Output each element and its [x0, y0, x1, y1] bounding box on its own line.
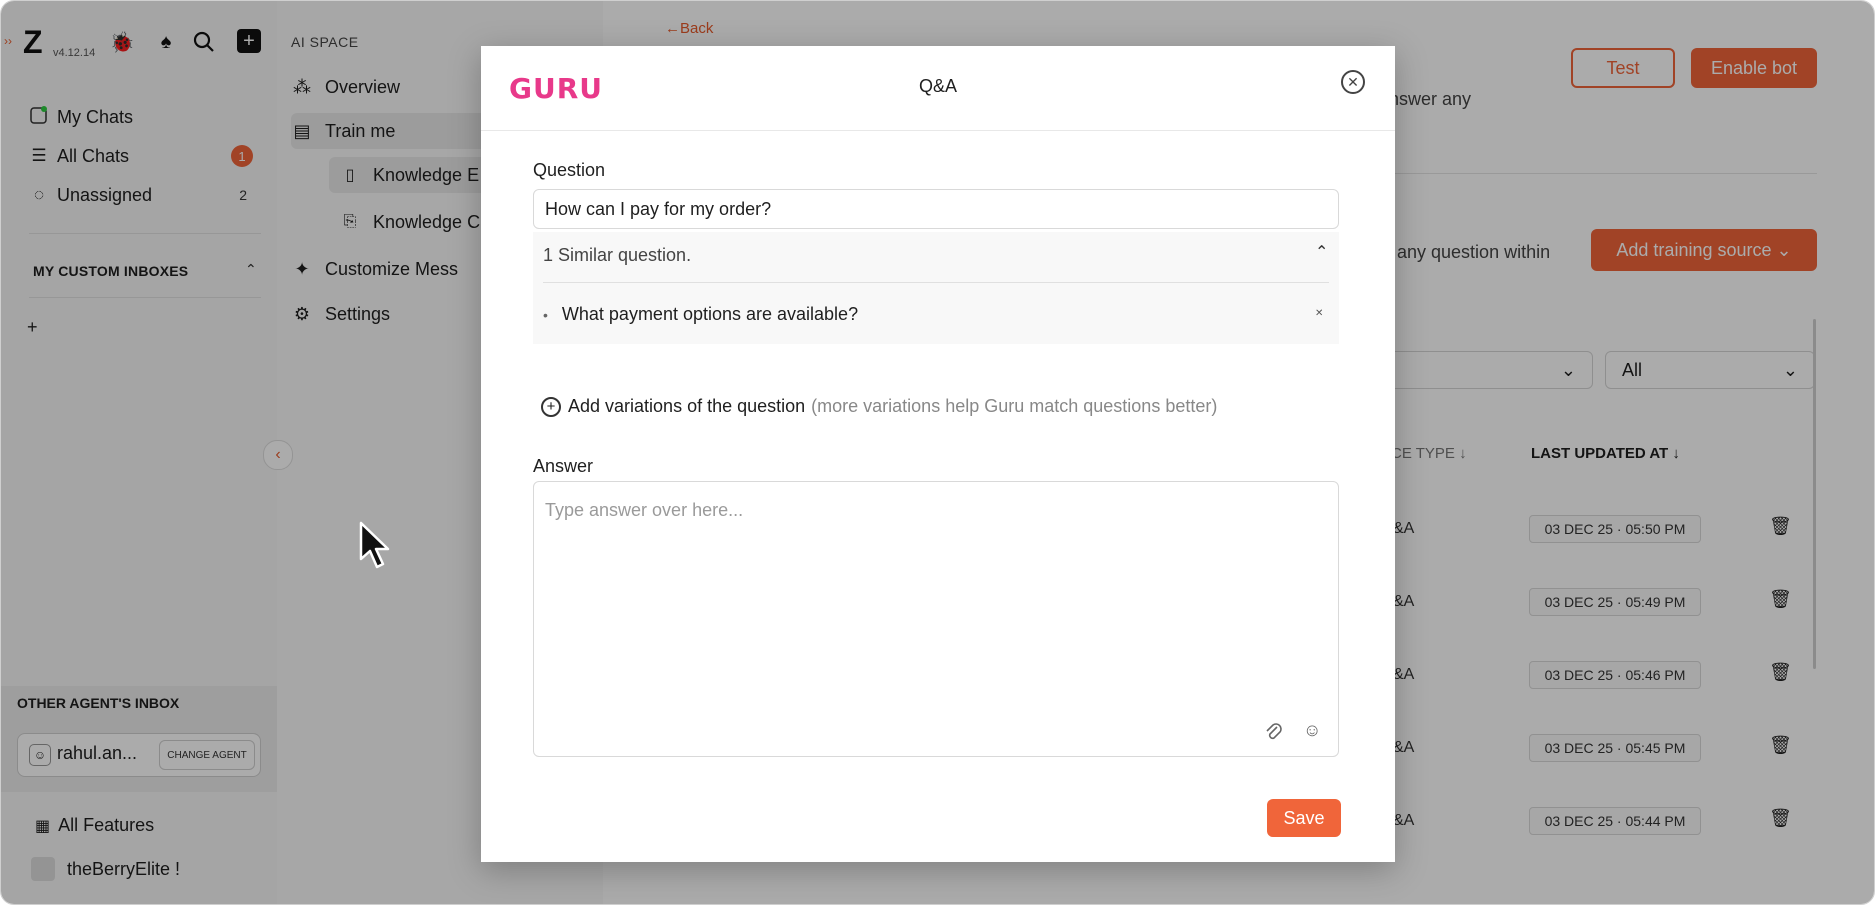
remove-icon[interactable]: ✕ [1315, 308, 1323, 319]
close-icon[interactable]: ✕ [1341, 70, 1365, 94]
divider [543, 282, 1329, 283]
modal-title: Q&A [918, 76, 957, 96]
add-variations-button[interactable]: + Add variations of the question (more v… [541, 396, 1217, 417]
similar-question-text: What payment options are available? [561, 304, 859, 324]
mouse-cursor-icon [359, 521, 393, 574]
save-button[interactable]: Save [1267, 799, 1341, 837]
add-variations-hint: (more variations help Guru match questio… [811, 396, 1218, 416]
similar-question-item: • What payment options are available? [543, 304, 858, 325]
question-label: Question [533, 160, 606, 180]
bullet-icon: • [543, 306, 548, 323]
similar-questions-toggle[interactable]: 1 Similar question. [543, 245, 691, 266]
answer-textarea[interactable] [533, 481, 1339, 757]
emoji-icon[interactable]: ☺ [1303, 720, 1321, 741]
add-variations-label: Add variations of the question [568, 396, 806, 416]
add-circle-icon: + [541, 396, 561, 417]
modal-header: GURU Q&A ✕ [481, 46, 1395, 131]
question-input[interactable]: How can I pay for my order? [533, 189, 1339, 229]
chevron-up-icon[interactable]: ⌃ [1315, 242, 1328, 262]
qa-modal: GURU Q&A ✕ Question How can I pay for my… [481, 46, 1395, 862]
answer-label: Answer [533, 456, 594, 476]
app-window: ›› Z v4.12.14 🐞 ♠ + My Chats ☰ All Chats… [0, 0, 1875, 905]
answer-placeholder: Type answer over here... [545, 500, 744, 520]
attachment-icon[interactable] [1265, 722, 1283, 747]
